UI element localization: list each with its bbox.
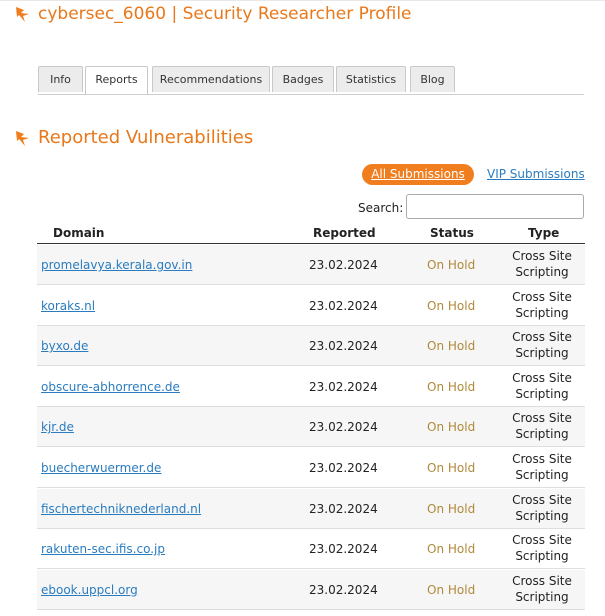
domain-link[interactable]: kjr.de xyxy=(41,420,74,434)
search-label: Search: xyxy=(358,201,404,215)
vulnerability-type: Cross Site Scripting xyxy=(512,533,572,564)
table-row: kjr.de 23.02.2024 On Hold Cross Site Script… xyxy=(37,407,585,448)
domain-link[interactable]: obscure-abhorrence.de xyxy=(41,380,180,394)
column-header-status[interactable]: Status xyxy=(430,226,474,240)
status-badge: On Hold xyxy=(427,339,476,354)
table-row: byxo.de 23.02.2024 On Hold Cross Site Scrip… xyxy=(37,326,585,367)
section-title: Reported Vulnerabilities xyxy=(38,127,254,148)
status-badge: On Hold xyxy=(427,258,476,272)
page-title: cybersec_6060 | Security Researcher Prof… xyxy=(38,4,412,24)
all-submissions-button[interactable]: All Submissions xyxy=(362,164,474,185)
domain-link[interactable]: rakuten-sec.ifis.co.jp xyxy=(41,542,165,556)
status-badge: On Hold xyxy=(427,420,476,435)
top-border xyxy=(0,0,605,1)
vulnerability-type: Cross Site Scripting xyxy=(512,289,572,320)
table-row: koraks.nl 23.02.2024 On Hold Cross Site Scr… xyxy=(37,286,585,326)
table-row: obscure-abhorrence.de 23.02.2024 On Hold Cr… xyxy=(37,367,585,407)
tab-statistics[interactable]: Statistics xyxy=(336,66,406,92)
domain-link[interactable]: byxo.de xyxy=(41,339,88,353)
logo-icon xyxy=(16,7,29,22)
profile-tabs: Info Reports Recommendations Badges Stat… xyxy=(38,66,584,95)
vip-submissions-link[interactable]: VIP Submissions xyxy=(487,167,585,181)
section-icon xyxy=(16,130,29,146)
vulnerability-type: Cross Site Scripting xyxy=(512,573,572,604)
reported-date: 23.02.2024 xyxy=(309,339,378,354)
table-header-divider xyxy=(37,243,585,244)
table-row: rakuten-sec.ifis.co.jp 23.02.2024 On Hold C… xyxy=(37,529,585,570)
reported-date: 23.02.2024 xyxy=(309,258,378,272)
status-badge: On Hold xyxy=(427,379,476,394)
vulnerability-type: Cross Site Scripting xyxy=(512,249,572,279)
domain-link[interactable]: ebook.uppcl.org xyxy=(41,583,138,597)
column-header-domain[interactable]: Domain xyxy=(53,226,104,240)
vulnerability-type: Cross Site Scripting xyxy=(512,411,572,442)
status-badge: On Hold xyxy=(427,501,476,516)
vulnerability-type: Cross Site Scripting xyxy=(512,492,572,523)
tab-recommendations[interactable]: Recommendations xyxy=(152,66,270,92)
table-row: buecherwuermer.de 23.02.2024 On Hold Cross … xyxy=(37,448,585,488)
status-badge: On Hold xyxy=(427,582,476,597)
vulnerability-type: Cross Site Scripting xyxy=(512,452,572,482)
table-row: fischertechniknederland.nl 23.02.2024 On H… xyxy=(37,488,585,529)
table-row: ebook.uppcl.org 23.02.2024 On Hold Cross Si… xyxy=(37,569,585,610)
domain-link[interactable]: fischertechniknederland.nl xyxy=(41,502,201,516)
column-header-type[interactable]: Type xyxy=(528,226,559,240)
tab-blog[interactable]: Blog xyxy=(410,66,455,92)
reported-date: 23.02.2024 xyxy=(309,542,378,557)
tab-info[interactable]: Info xyxy=(38,66,83,92)
status-badge: On Hold xyxy=(427,461,476,475)
vulnerability-type: Cross Site Scripting xyxy=(512,370,572,401)
domain-link[interactable]: promelavya.kerala.gov.in xyxy=(41,258,192,272)
reported-date: 23.02.2024 xyxy=(309,298,378,313)
search-input[interactable] xyxy=(406,194,584,219)
column-header-reported[interactable]: Reported xyxy=(313,226,376,240)
reported-date: 23.02.2024 xyxy=(309,461,378,475)
domain-link[interactable]: buecherwuermer.de xyxy=(41,461,161,475)
domain-link[interactable]: koraks.nl xyxy=(41,299,95,313)
reported-date: 23.02.2024 xyxy=(309,582,378,597)
status-badge: On Hold xyxy=(427,298,476,313)
reported-date: 23.02.2024 xyxy=(309,501,378,516)
status-badge: On Hold xyxy=(427,542,476,557)
reported-date: 23.02.2024 xyxy=(309,420,378,435)
section-header: Reported Vulnerabilities xyxy=(14,127,253,148)
tab-badges[interactable]: Badges xyxy=(272,66,334,92)
table-row: promelavya.kerala.gov.in 23.02.2024 On Hol… xyxy=(37,245,585,285)
tab-reports[interactable]: Reports xyxy=(85,66,148,94)
reported-date: 23.02.2024 xyxy=(309,379,378,394)
page-header: cybersec_6060 | Security Researcher Prof… xyxy=(14,4,412,24)
vulnerability-type: Cross Site Scripting xyxy=(512,330,572,361)
